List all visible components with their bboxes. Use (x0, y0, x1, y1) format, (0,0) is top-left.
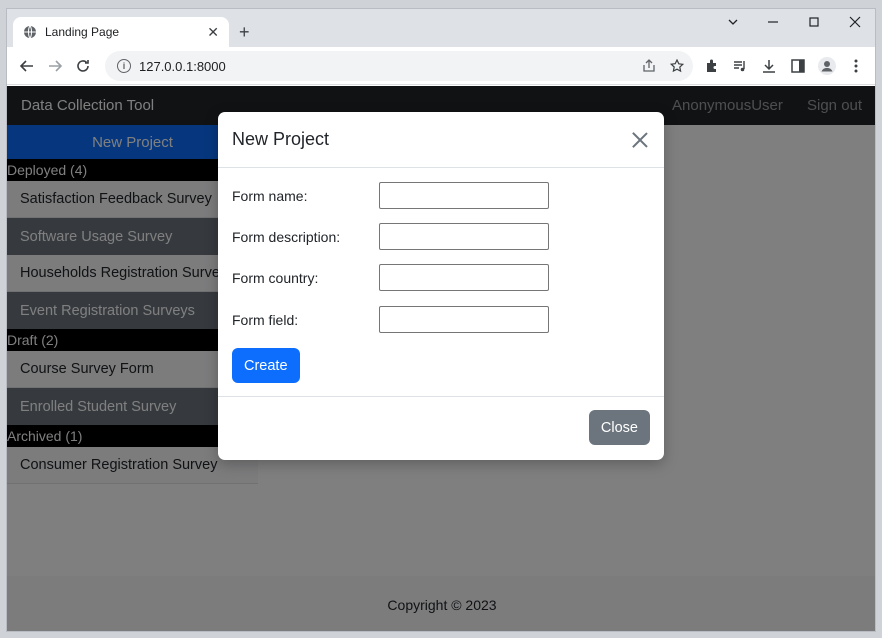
page-content: Data Collection Tool AnonymousUser Sign … (7, 86, 875, 631)
form-field-label: Form field: (232, 311, 299, 328)
media-icon[interactable] (730, 56, 750, 76)
globe-icon (23, 25, 37, 39)
reload-icon[interactable] (73, 56, 93, 76)
profile-icon[interactable] (817, 56, 837, 76)
extensions-icon[interactable] (702, 56, 722, 76)
modal-body: Form name: Form description: Form countr… (218, 168, 664, 397)
modal-title: New Project (232, 129, 330, 149)
form-row-name: Form name: (232, 182, 549, 209)
form-name-input[interactable] (379, 182, 549, 209)
address-toolbar: i 127.0.0.1:8000 (7, 47, 875, 85)
download-icon[interactable] (759, 56, 779, 76)
close-icon[interactable]: ✕ (207, 24, 219, 41)
form-description-label: Form description: (232, 228, 341, 245)
form-row-country: Form country: (232, 264, 549, 291)
menu-icon[interactable] (846, 56, 866, 76)
minimize-icon[interactable] (763, 15, 783, 31)
window-close-icon[interactable] (845, 15, 865, 31)
form-country-input[interactable] (379, 264, 549, 291)
tab-title: Landing Page (45, 25, 120, 39)
form-name-label: Form name: (232, 187, 308, 204)
side-panel-icon[interactable] (788, 56, 808, 76)
url-text: 127.0.0.1:8000 (139, 58, 226, 74)
browser-window: Landing Page ✕ + i 127.0.0.1:8000 New Pr… (6, 8, 876, 632)
form-row-description: Form description: (232, 223, 549, 250)
create-button[interactable]: Create (232, 348, 300, 383)
back-icon[interactable] (17, 56, 37, 76)
form-field-input[interactable] (379, 306, 549, 333)
address-bar[interactable]: i 127.0.0.1:8000 (105, 51, 693, 81)
tab-strip: Landing Page ✕ + (7, 9, 875, 47)
form-row-field: Form field: (232, 306, 549, 333)
modal-header: New Project (218, 112, 664, 168)
share-icon[interactable] (641, 58, 657, 74)
info-icon[interactable]: i (117, 59, 131, 73)
star-icon[interactable] (669, 58, 685, 74)
plus-icon[interactable]: + (239, 21, 250, 43)
new-project-modal: New Project Form name: Form description:… (218, 112, 664, 460)
chevron-down-icon[interactable] (723, 15, 743, 31)
close-icon[interactable] (630, 130, 650, 150)
form-country-label: Form country: (232, 269, 319, 286)
close-button[interactable]: Close (588, 410, 650, 445)
maximize-icon[interactable] (804, 15, 824, 31)
browser-tab[interactable]: Landing Page ✕ (13, 17, 229, 47)
forward-icon[interactable] (45, 56, 65, 76)
form-description-input[interactable] (379, 223, 549, 250)
